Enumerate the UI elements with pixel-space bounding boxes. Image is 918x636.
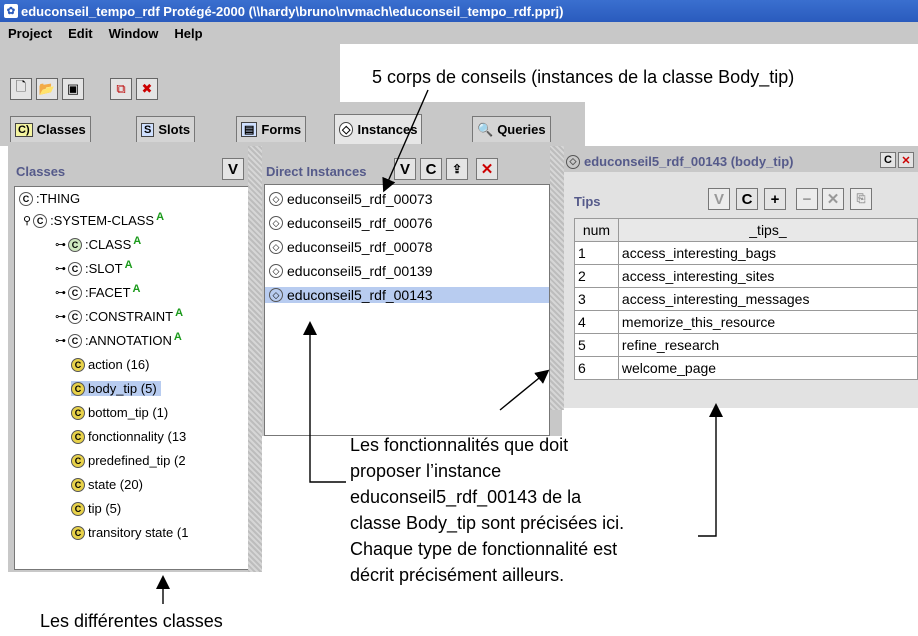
annotation-arrows (156, 89, 723, 604)
arrow-to-instances (382, 89, 429, 193)
arrow-to-selected-instance (303, 321, 346, 483)
arrow-to-splitter (499, 369, 550, 411)
arrow-to-tips-table (698, 403, 723, 537)
